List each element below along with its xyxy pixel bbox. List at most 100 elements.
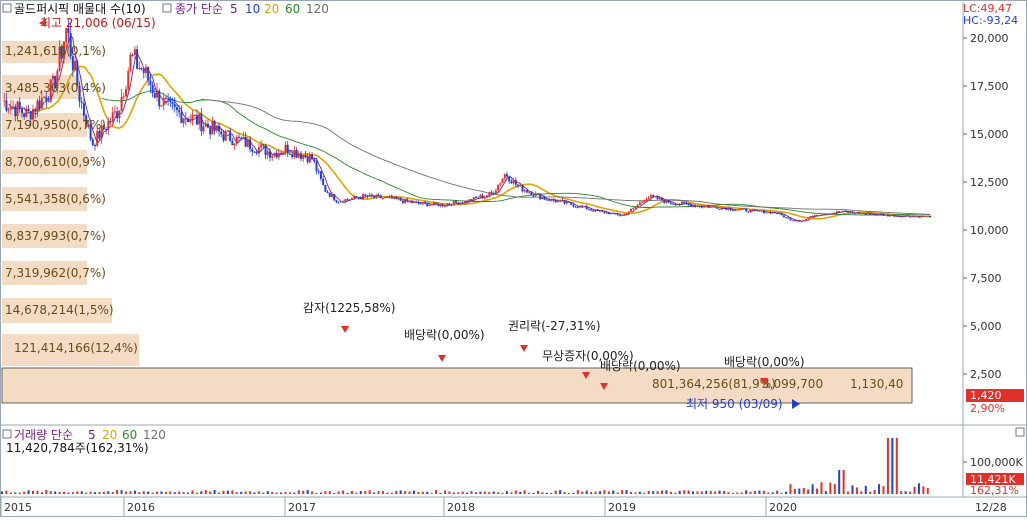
legend-checkbox-icon[interactable] [162,3,172,13]
candle [917,216,920,218]
candle [523,190,526,192]
candle [514,180,517,185]
candle [306,156,309,163]
candle [386,196,389,198]
candle [311,154,314,160]
candle [94,145,97,147]
volume-bar [554,490,557,494]
volume-bar [346,492,349,494]
candle [27,108,30,112]
candle [565,201,568,204]
candle [463,200,466,204]
volume-bar [474,492,477,494]
volume-bar [178,491,181,494]
candle [7,109,10,111]
volume-bar [519,491,522,494]
candle [14,106,17,117]
candle [452,201,455,206]
candle [359,197,362,199]
candle [884,214,887,216]
volume-bar [590,491,593,494]
volume-bar [408,491,411,494]
volume-bar [860,491,863,494]
volume-bar [758,490,761,494]
candle [40,97,43,109]
volume-bar [523,490,526,494]
candle [486,195,489,197]
candle [545,199,548,201]
candle [348,199,351,201]
candle [652,195,655,197]
volume-bar [723,490,726,494]
event-label: 권리락(-27,31%) [508,319,601,333]
volume-bar [381,491,384,494]
legend-checkbox-icon[interactable] [2,3,12,13]
volume-bar [731,492,734,494]
volume-bar [209,491,212,494]
candle [543,197,546,200]
volume-bar [585,490,588,494]
volume-bar [390,492,393,494]
candle [674,204,677,206]
candle [20,108,23,114]
volume-bar [222,490,225,494]
panel-toggle-icon[interactable] [1015,427,1025,437]
candle [924,215,927,217]
candle [847,211,850,213]
candle [882,214,885,216]
candle [297,154,300,158]
volume-bar [324,491,327,494]
candle [711,206,714,208]
candle [541,197,544,200]
candle [82,103,85,116]
candle [669,202,672,204]
candle [926,215,929,217]
candle [282,152,285,154]
candle [171,102,174,105]
candle [855,212,858,214]
stock-chart-window: 20,000 17,500 15,000 12,500 10,000 7,500… [0,0,1027,517]
volume-bar [218,492,221,494]
candle [902,216,905,218]
candle [406,199,409,202]
volume-bar [160,491,163,494]
volume-bar [373,492,376,494]
candle [900,216,903,218]
high-price-label: 최고 21,006 (06/15) [40,16,156,30]
legend-checkbox-icon[interactable] [2,429,12,439]
profile-label: 7,319,962(0,7%) [5,266,106,280]
candle [853,212,856,214]
candle [550,198,553,201]
volume-bar [293,492,296,494]
volume-bar [811,484,814,494]
candle [446,203,449,206]
stock-chart[interactable]: 20,000 17,500 15,000 12,500 10,000 7,500… [0,0,1027,517]
profile-label: 121,414,166(12,4%) [14,341,138,355]
candle [811,215,814,217]
current-volume-pct: 162,31% [970,484,1019,497]
volume-bar [364,491,367,494]
candle [18,101,21,109]
candle [384,196,387,198]
candle [802,220,805,222]
candle [395,196,398,199]
volume-bar [505,491,508,494]
volume-bar [129,491,132,494]
volume-bar [820,482,823,494]
candle [696,205,699,207]
volume-bar [917,483,920,494]
volume-bar [439,492,442,494]
candle [603,211,606,214]
volume-bar [891,438,894,494]
candle [344,199,347,203]
candle [229,130,232,141]
candle [136,49,139,69]
candle [191,115,194,120]
candle [920,215,923,218]
candle [404,199,407,203]
price-tick-label: 15,000 [970,128,1009,141]
candle [740,208,743,210]
candle [698,205,701,207]
candle [862,212,865,214]
volume-bar [878,484,881,494]
